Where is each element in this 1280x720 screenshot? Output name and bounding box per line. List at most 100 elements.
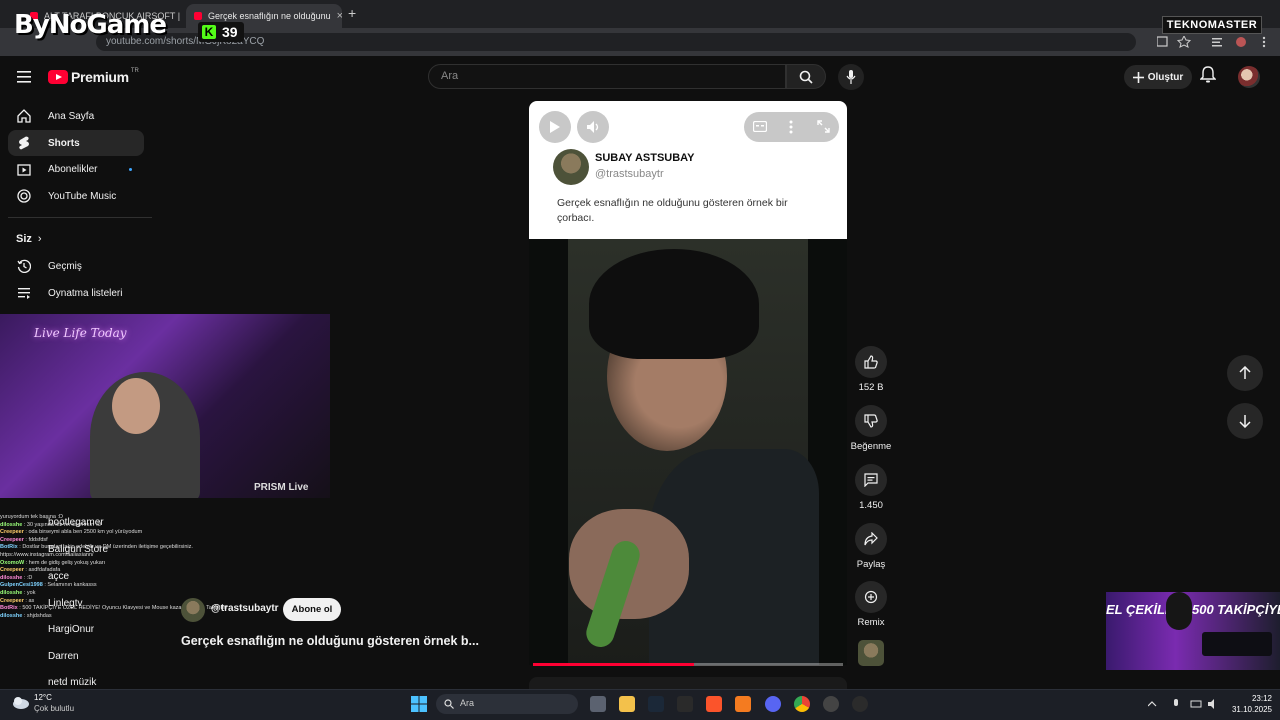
discord-icon[interactable]: [765, 696, 781, 712]
weather-temperature[interactable]: 12°C: [34, 693, 52, 702]
tab-close-icon[interactable]: ×: [180, 10, 182, 22]
comments-button[interactable]: [855, 464, 887, 496]
chat-message: GulpenCesi1998 : Selamının kankasss: [0, 582, 230, 590]
next-short-preview[interactable]: [529, 677, 847, 689]
system-tray-icons[interactable]: [1148, 698, 1224, 710]
remix-button[interactable]: [855, 581, 887, 613]
chat-message: Creepeer : asdfdafadafa: [0, 567, 230, 575]
sidebar-item-shorts[interactable]: Shorts: [8, 130, 144, 156]
hamburger-menu-icon[interactable]: [17, 71, 31, 83]
sidebar-item-label: Geçmiş: [48, 260, 82, 272]
task-view-icon[interactable]: [590, 696, 606, 712]
clock-date: 31.10.2025: [1231, 705, 1272, 714]
windows-start-icon[interactable]: [411, 696, 427, 712]
volume-button[interactable]: [577, 111, 609, 143]
sidebar-item-youtube-music[interactable]: YouTube Music: [8, 183, 144, 209]
app-icon[interactable]: [852, 696, 868, 712]
video-progress-fill: [533, 663, 695, 666]
youtube-play-icon: [48, 70, 68, 84]
overlay-short-title[interactable]: Gerçek esnaflığın ne olduğunu gösteren ö…: [181, 634, 479, 648]
sidebar-item-home[interactable]: Ana Sayfa: [8, 103, 144, 129]
search-input[interactable]: Ara: [428, 64, 786, 89]
share-button[interactable]: [855, 523, 887, 555]
new-tab-button[interactable]: +: [348, 5, 356, 21]
chat-text: : Dostlar buradan takip edebilir ve DM ü…: [0, 544, 193, 558]
streamer-head: [112, 378, 160, 434]
chat-text: : hem de gidiş geliş yokuş yukarı: [24, 559, 106, 566]
next-short-button[interactable]: [1227, 403, 1263, 439]
channel-handle[interactable]: @trastsubaytr: [595, 168, 664, 180]
weather-condition[interactable]: Çok bulutlu: [34, 704, 74, 713]
obs-icon[interactable]: [823, 696, 839, 712]
sidebar-item-label: Shorts: [48, 137, 80, 149]
giveaway-banner: EL ÇEKİLİŞ 500 TAKİPÇİYE ÖZ: [1106, 592, 1280, 670]
steam-icon[interactable]: [648, 696, 664, 712]
new-content-dot: [129, 167, 132, 171]
chat-message: OxomoW : hem de gidiş geliş yokuş yukarı: [0, 560, 230, 568]
taskbar-clock[interactable]: 23:12 31.10.2025: [1226, 693, 1272, 715]
taskbar-search-placeholder: Ara: [460, 698, 475, 708]
app-icon[interactable]: [735, 696, 751, 712]
fullscreen-icon[interactable]: [817, 120, 830, 133]
video-progress-bar[interactable]: [533, 663, 843, 666]
history-icon: [16, 258, 32, 274]
account-avatar[interactable]: [1238, 66, 1260, 88]
create-button[interactable]: Oluştur: [1124, 65, 1192, 89]
app-icon[interactable]: [677, 696, 693, 712]
chat-text: yuruyordum tek başına :D: [0, 514, 63, 520]
captions-icon[interactable]: [753, 121, 767, 132]
logo-text: Premium: [71, 69, 129, 85]
streamer-webcam: Live Life Today: [0, 314, 330, 498]
file-explorer-icon[interactable]: [619, 696, 635, 712]
chat-message: dilosshe : 30 yaşında kız mı kaçırırsın …: [0, 522, 230, 530]
play-icon: [550, 121, 560, 133]
dislike-label: Beğenme: [850, 441, 892, 452]
share-label: Paylaş: [856, 559, 886, 570]
chat-username: dilosshe: [0, 589, 23, 596]
volume-icon: [587, 121, 599, 133]
subscriptions-icon: [16, 161, 32, 177]
youtube-premium-logo[interactable]: Premium TR: [48, 68, 139, 85]
notifications-bell-icon[interactable]: [1200, 66, 1216, 84]
browser-toolbar-icons[interactable]: [1157, 36, 1267, 48]
dislike-button[interactable]: [855, 405, 887, 437]
playlists-icon: [16, 285, 32, 301]
like-button[interactable]: [855, 346, 887, 378]
sound-source-thumbnail[interactable]: [858, 640, 884, 666]
viewer-count: 39: [222, 24, 238, 40]
sidebar-you-header[interactable]: Siz ›: [16, 233, 42, 245]
chat-username: dilosshe: [0, 521, 23, 528]
chat-username: OxomoW: [0, 559, 25, 566]
chat-text: : shjdshdas: [22, 612, 52, 619]
channel-avatar[interactable]: [553, 149, 589, 185]
taskbar-search-input[interactable]: Ara: [436, 694, 578, 714]
sidebar-item-playlists[interactable]: Oynatma listeleri: [8, 280, 144, 306]
overlay-channel-handle[interactable]: @trastsubaytr: [211, 603, 279, 614]
channel-name[interactable]: SUBAY ASTSUBAY: [595, 152, 694, 164]
thumbs-down-icon: [864, 414, 878, 428]
previous-short-button[interactable]: [1227, 355, 1263, 391]
weather-cloud-icon[interactable]: [10, 693, 30, 711]
brave-icon[interactable]: [706, 696, 722, 712]
chat-text: : oda birseymi abla ben 2500 km yol yürü…: [23, 529, 143, 536]
kick-viewer-badge: K 39: [198, 22, 244, 42]
search-icon: [799, 70, 813, 84]
gaming-mouse-image: [1166, 592, 1192, 630]
chat-message: yuruyordum tek başına :D: [0, 514, 230, 522]
voice-search-button[interactable]: [838, 64, 864, 90]
sidebar-item-subscriptions[interactable]: Abonelikler: [8, 156, 144, 182]
sidebar-item-label: Abonelikler: [48, 163, 98, 175]
chrome-icon[interactable]: [794, 696, 810, 712]
chat-username: BotRix: [0, 544, 18, 551]
sidebar-item-history[interactable]: Geçmiş: [8, 253, 144, 279]
play-button[interactable]: [539, 111, 571, 143]
chat-text: : 30 yaşında kız mı kaçırırsın :D: [22, 521, 102, 528]
more-options-icon[interactable]: [789, 120, 793, 134]
tab-close-icon[interactable]: ×: [331, 10, 342, 22]
overlay-channel-avatar[interactable]: [181, 598, 205, 622]
short-video[interactable]: [529, 239, 847, 665]
subscribe-button[interactable]: Abone ol: [283, 598, 341, 621]
arrow-down-icon: [1239, 415, 1251, 428]
address-bar[interactable]: youtube.com/shorts/MGJjKo2aYCQ: [96, 33, 1136, 51]
search-button[interactable]: [786, 64, 826, 89]
